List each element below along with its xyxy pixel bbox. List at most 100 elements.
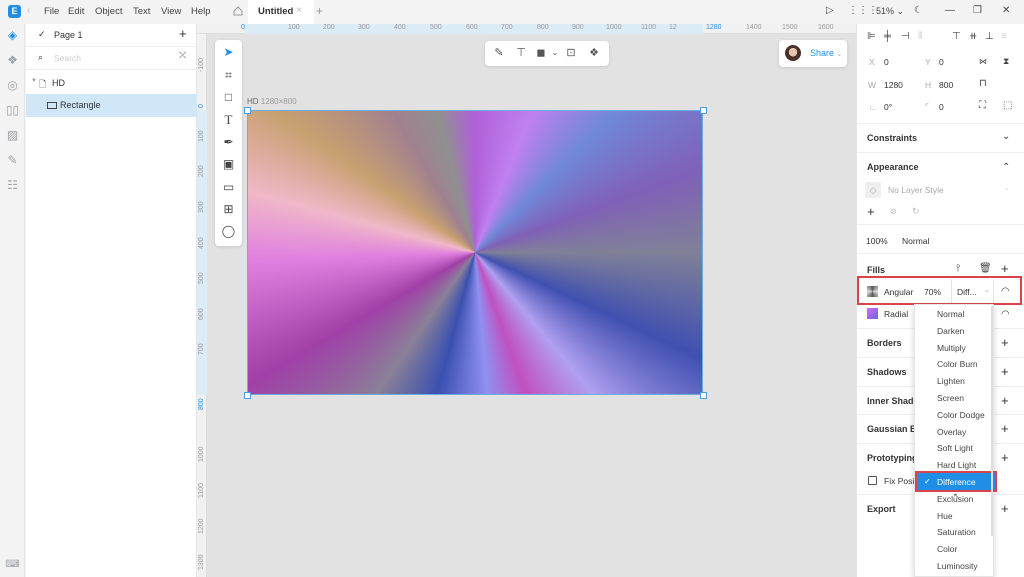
distribute-v-icon[interactable]: ≡ <box>1001 31 1007 42</box>
page-selector[interactable]: ✓ Page 1 + <box>26 24 197 47</box>
chevron-down-icon[interactable]: ⌄ <box>547 45 563 61</box>
appearance-title[interactable]: Appearance <box>867 162 919 172</box>
inspect-icon[interactable]: ☷ <box>5 178 20 193</box>
dropdown-option[interactable]: Color <box>937 544 957 554</box>
add-border-icon[interactable]: + <box>1001 335 1009 350</box>
dropdown-option[interactable]: Soft Light <box>937 443 973 453</box>
align-bottom-icon[interactable]: ⊥ <box>985 31 994 42</box>
menu-object[interactable]: Object <box>95 6 122 17</box>
mask-icon[interactable]: ⊡ <box>563 45 579 61</box>
dropdown-scrollbar[interactable] <box>991 306 993 536</box>
tab-title[interactable]: Untitled <box>258 6 293 17</box>
back-icon[interactable]: ‹ <box>27 5 30 16</box>
align-right-icon[interactable]: ⊣ <box>901 31 910 42</box>
layer-search[interactable]: ⌕ Search ⤫ <box>26 47 197 70</box>
resize-handle-bl[interactable] <box>244 392 251 399</box>
constraints-title[interactable]: Constraints <box>867 133 917 143</box>
dropdown-option[interactable]: Color Burn <box>937 359 978 369</box>
pencil-icon[interactable]: ✎ <box>491 45 507 61</box>
add-export-icon[interactable]: + <box>1001 501 1009 516</box>
reset-style-icon[interactable]: ↻ <box>912 206 920 217</box>
fit-icon[interactable]: ⛶ <box>979 100 986 111</box>
add-shadow-icon[interactable]: + <box>1001 364 1009 379</box>
tab-close-icon[interactable]: × <box>296 5 302 16</box>
flip-horizontal-icon[interactable]: ⋈ <box>979 57 987 66</box>
chevron-up-icon[interactable]: ⌃ <box>1002 162 1010 173</box>
frame-label[interactable]: HD 1280×800 <box>247 97 297 106</box>
home-icon[interactable] <box>232 5 244 17</box>
share-button[interactable]: Share ⌄ <box>810 48 842 58</box>
component-icon[interactable]: ❖ <box>586 45 602 61</box>
dropdown-option[interactable]: Screen <box>937 393 964 403</box>
resize-handle-br[interactable] <box>700 392 707 399</box>
restore-icon[interactable]: ❐ <box>973 5 982 16</box>
assets-icon[interactable]: ▨ <box>5 128 20 143</box>
add-style-icon[interactable]: + <box>867 204 875 219</box>
dropdown-option[interactable]: Color Dodge <box>937 410 985 420</box>
dropdown-option[interactable]: Hard Light <box>937 460 976 470</box>
apply-style-icon[interactable]: ⊘ <box>890 207 897 216</box>
menu-file[interactable]: File <box>44 6 59 17</box>
moon-icon[interactable]: ☾ <box>914 5 923 16</box>
collapse-icon[interactable]: ⤫ <box>179 50 186 61</box>
width-input[interactable]: 1280 <box>884 80 903 90</box>
layers-icon[interactable]: ◈ <box>5 28 20 43</box>
dropdown-option[interactable]: Darken <box>937 326 964 336</box>
styles-icon[interactable]: ◎ <box>5 78 20 93</box>
minimize-icon[interactable]: — <box>945 5 955 16</box>
radius-input[interactable]: 0 <box>939 102 944 112</box>
keyboard-icon[interactable]: ⌨ <box>5 557 20 572</box>
add-inner-shadow-icon[interactable]: + <box>1001 393 1009 408</box>
add-fill-icon[interactable]: + <box>1001 261 1009 276</box>
components-tool-icon[interactable]: ⊞ <box>220 201 237 218</box>
rotation-input[interactable]: 0° <box>884 102 892 112</box>
selected-rectangle[interactable] <box>247 110 703 395</box>
dropdown-option[interactable]: Saturation <box>937 527 976 537</box>
distribute-h-icon[interactable]: ⦀ <box>918 31 922 42</box>
dropdown-option[interactable]: Hue <box>937 511 953 521</box>
height-input[interactable]: 800 <box>939 80 953 90</box>
zoom-level[interactable]: 51% ⌄ <box>876 6 904 17</box>
dropdown-option[interactable]: Multiply <box>937 343 966 353</box>
y-input[interactable]: 0 <box>939 57 944 67</box>
align-center-h-icon[interactable]: ╪ <box>884 31 891 42</box>
fill-type[interactable]: Angular <box>884 287 913 297</box>
close-icon[interactable]: ✕ <box>1002 5 1010 16</box>
menu-help[interactable]: Help <box>191 6 211 17</box>
flip-vertical-icon[interactable]: ⧗ <box>1003 56 1009 67</box>
edit-icon[interactable]: ✎ <box>5 153 20 168</box>
layer-item-selected[interactable]: Rectangle <box>26 94 197 117</box>
blend-mode-select[interactable]: Normal <box>902 236 929 246</box>
pen-tool-icon[interactable]: ✒ <box>220 134 237 151</box>
opacity-input[interactable]: 100% <box>866 236 888 246</box>
fill-blend-select[interactable]: Diff... ⌄ <box>951 279 994 303</box>
dropdown-option[interactable]: Overlay <box>937 427 966 437</box>
dropdown-option[interactable]: Lighten <box>937 376 965 386</box>
radial-swatch-icon[interactable] <box>867 308 878 319</box>
trash-icon[interactable]: 🗑 <box>979 263 992 274</box>
dropdown-option[interactable]: Normal <box>937 309 964 319</box>
avatar[interactable] <box>785 45 801 61</box>
play-icon[interactable]: ▷ <box>826 5 834 16</box>
align-middle-v-icon[interactable]: ⧺ <box>969 31 977 42</box>
grid-icon[interactable]: ⋮⋮⋮ <box>848 5 878 16</box>
align-left-icon[interactable]: ⊫ <box>867 31 876 42</box>
resize-handle-tl[interactable] <box>244 107 251 114</box>
add-page-icon[interactable]: + <box>179 26 187 41</box>
angular-swatch-icon[interactable] <box>867 286 878 297</box>
add-blur-icon[interactable]: + <box>1001 421 1009 436</box>
resize-handle-tr[interactable] <box>700 107 707 114</box>
expand-caret-icon[interactable]: ▼ <box>31 78 37 84</box>
components-icon[interactable]: ❖ <box>5 53 20 68</box>
new-tab-icon[interactable]: + <box>316 4 323 18</box>
frame-tool-icon[interactable]: ⌗ <box>220 67 237 84</box>
align-top-icon[interactable]: ⊤ <box>952 31 961 42</box>
chevron-down-icon[interactable]: ⌄ <box>1002 131 1010 142</box>
menu-edit[interactable]: Edit <box>68 6 84 17</box>
independent-corners-icon[interactable]: ⬚ <box>1003 100 1012 111</box>
rectangle-tool-icon[interactable]: □ <box>220 89 237 106</box>
image-tool-icon[interactable]: ▣ <box>220 156 237 173</box>
text-tool-icon[interactable]: T <box>220 111 237 128</box>
add-interaction-icon[interactable]: + <box>1001 450 1009 465</box>
layer-item[interactable]: ▼ 🗋 HD <box>26 72 197 95</box>
